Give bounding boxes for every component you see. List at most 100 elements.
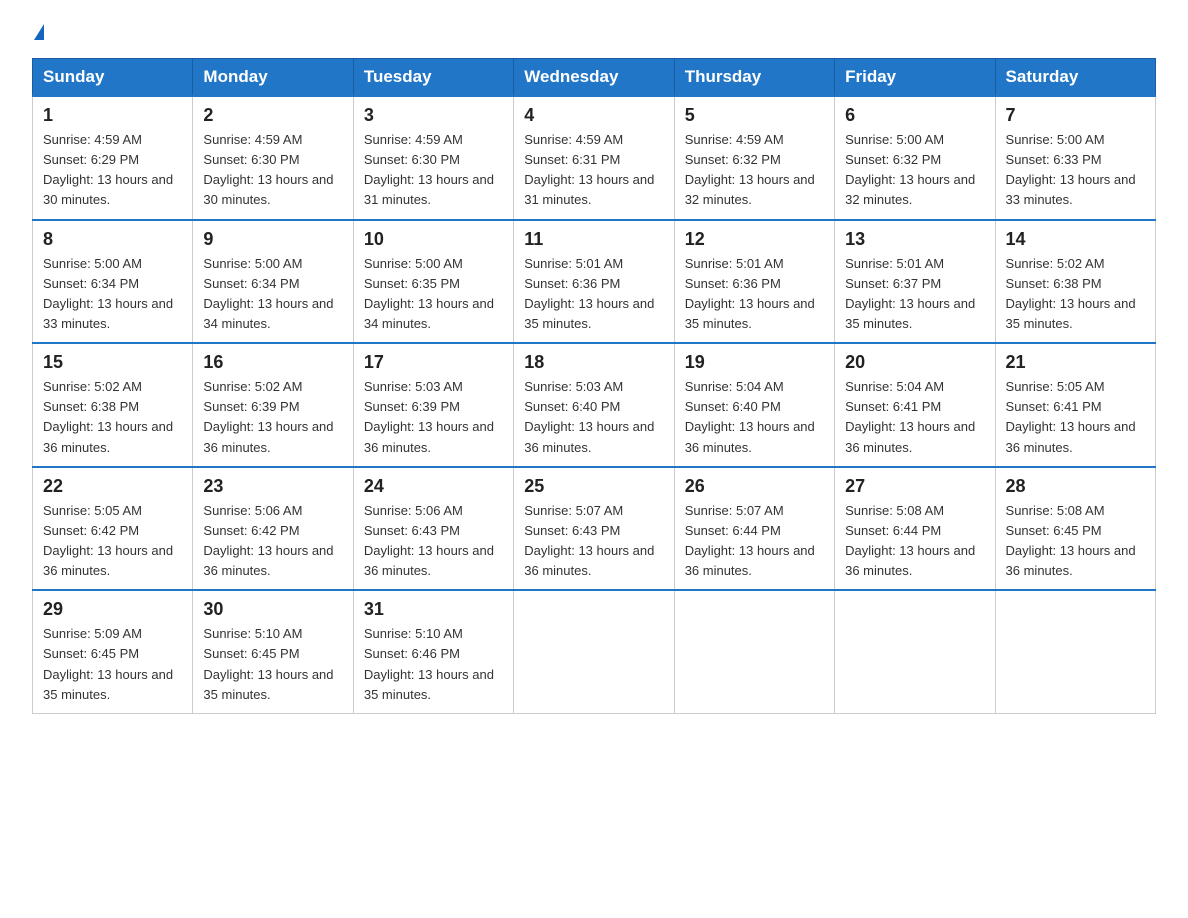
day-info: Sunrise: 5:08 AMSunset: 6:44 PMDaylight:… xyxy=(845,503,975,578)
calendar-header-monday: Monday xyxy=(193,59,353,97)
calendar-cell: 11 Sunrise: 5:01 AMSunset: 6:36 PMDaylig… xyxy=(514,220,674,344)
calendar-cell: 3 Sunrise: 4:59 AMSunset: 6:30 PMDayligh… xyxy=(353,96,513,220)
day-number: 28 xyxy=(1006,476,1145,497)
calendar-week-row: 1 Sunrise: 4:59 AMSunset: 6:29 PMDayligh… xyxy=(33,96,1156,220)
day-info: Sunrise: 4:59 AMSunset: 6:30 PMDaylight:… xyxy=(203,132,333,207)
calendar-cell: 22 Sunrise: 5:05 AMSunset: 6:42 PMDaylig… xyxy=(33,467,193,591)
day-info: Sunrise: 5:07 AMSunset: 6:44 PMDaylight:… xyxy=(685,503,815,578)
day-number: 11 xyxy=(524,229,663,250)
day-info: Sunrise: 5:05 AMSunset: 6:41 PMDaylight:… xyxy=(1006,379,1136,454)
day-number: 1 xyxy=(43,105,182,126)
calendar-cell: 31 Sunrise: 5:10 AMSunset: 6:46 PMDaylig… xyxy=(353,590,513,713)
calendar-cell: 27 Sunrise: 5:08 AMSunset: 6:44 PMDaylig… xyxy=(835,467,995,591)
calendar-week-row: 29 Sunrise: 5:09 AMSunset: 6:45 PMDaylig… xyxy=(33,590,1156,713)
day-info: Sunrise: 5:02 AMSunset: 6:38 PMDaylight:… xyxy=(43,379,173,454)
day-number: 5 xyxy=(685,105,824,126)
day-number: 25 xyxy=(524,476,663,497)
day-number: 18 xyxy=(524,352,663,373)
calendar-cell: 6 Sunrise: 5:00 AMSunset: 6:32 PMDayligh… xyxy=(835,96,995,220)
calendar-cell: 9 Sunrise: 5:00 AMSunset: 6:34 PMDayligh… xyxy=(193,220,353,344)
day-info: Sunrise: 5:06 AMSunset: 6:42 PMDaylight:… xyxy=(203,503,333,578)
day-info: Sunrise: 5:02 AMSunset: 6:38 PMDaylight:… xyxy=(1006,256,1136,331)
day-info: Sunrise: 5:03 AMSunset: 6:39 PMDaylight:… xyxy=(364,379,494,454)
day-info: Sunrise: 5:05 AMSunset: 6:42 PMDaylight:… xyxy=(43,503,173,578)
day-number: 14 xyxy=(1006,229,1145,250)
calendar-header-saturday: Saturday xyxy=(995,59,1155,97)
day-info: Sunrise: 5:04 AMSunset: 6:40 PMDaylight:… xyxy=(685,379,815,454)
calendar-cell: 13 Sunrise: 5:01 AMSunset: 6:37 PMDaylig… xyxy=(835,220,995,344)
calendar-cell: 2 Sunrise: 4:59 AMSunset: 6:30 PMDayligh… xyxy=(193,96,353,220)
day-number: 30 xyxy=(203,599,342,620)
calendar-cell: 1 Sunrise: 4:59 AMSunset: 6:29 PMDayligh… xyxy=(33,96,193,220)
day-number: 8 xyxy=(43,229,182,250)
day-number: 12 xyxy=(685,229,824,250)
day-info: Sunrise: 5:03 AMSunset: 6:40 PMDaylight:… xyxy=(524,379,654,454)
day-number: 2 xyxy=(203,105,342,126)
day-info: Sunrise: 5:01 AMSunset: 6:36 PMDaylight:… xyxy=(524,256,654,331)
day-info: Sunrise: 5:00 AMSunset: 6:35 PMDaylight:… xyxy=(364,256,494,331)
calendar-cell: 23 Sunrise: 5:06 AMSunset: 6:42 PMDaylig… xyxy=(193,467,353,591)
logo xyxy=(32,24,44,40)
calendar-cell: 26 Sunrise: 5:07 AMSunset: 6:44 PMDaylig… xyxy=(674,467,834,591)
calendar-cell: 21 Sunrise: 5:05 AMSunset: 6:41 PMDaylig… xyxy=(995,343,1155,467)
calendar-cell: 25 Sunrise: 5:07 AMSunset: 6:43 PMDaylig… xyxy=(514,467,674,591)
calendar-cell xyxy=(514,590,674,713)
calendar-header-thursday: Thursday xyxy=(674,59,834,97)
calendar-header-friday: Friday xyxy=(835,59,995,97)
day-info: Sunrise: 5:01 AMSunset: 6:37 PMDaylight:… xyxy=(845,256,975,331)
calendar-header-sunday: Sunday xyxy=(33,59,193,97)
calendar-cell xyxy=(995,590,1155,713)
calendar-week-row: 8 Sunrise: 5:00 AMSunset: 6:34 PMDayligh… xyxy=(33,220,1156,344)
day-info: Sunrise: 5:08 AMSunset: 6:45 PMDaylight:… xyxy=(1006,503,1136,578)
calendar-week-row: 15 Sunrise: 5:02 AMSunset: 6:38 PMDaylig… xyxy=(33,343,1156,467)
day-info: Sunrise: 5:00 AMSunset: 6:32 PMDaylight:… xyxy=(845,132,975,207)
day-number: 17 xyxy=(364,352,503,373)
calendar-cell: 7 Sunrise: 5:00 AMSunset: 6:33 PMDayligh… xyxy=(995,96,1155,220)
calendar-cell: 4 Sunrise: 4:59 AMSunset: 6:31 PMDayligh… xyxy=(514,96,674,220)
calendar-header-row: SundayMondayTuesdayWednesdayThursdayFrid… xyxy=(33,59,1156,97)
day-info: Sunrise: 4:59 AMSunset: 6:31 PMDaylight:… xyxy=(524,132,654,207)
logo-triangle-icon xyxy=(34,24,44,40)
day-number: 24 xyxy=(364,476,503,497)
day-number: 19 xyxy=(685,352,824,373)
day-number: 20 xyxy=(845,352,984,373)
day-info: Sunrise: 4:59 AMSunset: 6:32 PMDaylight:… xyxy=(685,132,815,207)
day-info: Sunrise: 5:01 AMSunset: 6:36 PMDaylight:… xyxy=(685,256,815,331)
calendar-cell xyxy=(674,590,834,713)
day-info: Sunrise: 5:10 AMSunset: 6:45 PMDaylight:… xyxy=(203,626,333,701)
day-number: 7 xyxy=(1006,105,1145,126)
day-info: Sunrise: 4:59 AMSunset: 6:29 PMDaylight:… xyxy=(43,132,173,207)
calendar-header-tuesday: Tuesday xyxy=(353,59,513,97)
calendar-cell: 16 Sunrise: 5:02 AMSunset: 6:39 PMDaylig… xyxy=(193,343,353,467)
day-number: 15 xyxy=(43,352,182,373)
calendar-cell: 28 Sunrise: 5:08 AMSunset: 6:45 PMDaylig… xyxy=(995,467,1155,591)
calendar-cell: 19 Sunrise: 5:04 AMSunset: 6:40 PMDaylig… xyxy=(674,343,834,467)
calendar-cell: 15 Sunrise: 5:02 AMSunset: 6:38 PMDaylig… xyxy=(33,343,193,467)
day-number: 21 xyxy=(1006,352,1145,373)
calendar-cell: 8 Sunrise: 5:00 AMSunset: 6:34 PMDayligh… xyxy=(33,220,193,344)
day-info: Sunrise: 4:59 AMSunset: 6:30 PMDaylight:… xyxy=(364,132,494,207)
day-info: Sunrise: 5:06 AMSunset: 6:43 PMDaylight:… xyxy=(364,503,494,578)
day-number: 6 xyxy=(845,105,984,126)
calendar-cell: 18 Sunrise: 5:03 AMSunset: 6:40 PMDaylig… xyxy=(514,343,674,467)
day-number: 13 xyxy=(845,229,984,250)
calendar-cell: 24 Sunrise: 5:06 AMSunset: 6:43 PMDaylig… xyxy=(353,467,513,591)
calendar-cell: 30 Sunrise: 5:10 AMSunset: 6:45 PMDaylig… xyxy=(193,590,353,713)
day-info: Sunrise: 5:00 AMSunset: 6:34 PMDaylight:… xyxy=(203,256,333,331)
day-number: 31 xyxy=(364,599,503,620)
day-number: 26 xyxy=(685,476,824,497)
day-number: 3 xyxy=(364,105,503,126)
day-info: Sunrise: 5:00 AMSunset: 6:34 PMDaylight:… xyxy=(43,256,173,331)
day-info: Sunrise: 5:10 AMSunset: 6:46 PMDaylight:… xyxy=(364,626,494,701)
calendar-header-wednesday: Wednesday xyxy=(514,59,674,97)
day-info: Sunrise: 5:09 AMSunset: 6:45 PMDaylight:… xyxy=(43,626,173,701)
day-number: 16 xyxy=(203,352,342,373)
page-header xyxy=(32,24,1156,40)
calendar-cell: 20 Sunrise: 5:04 AMSunset: 6:41 PMDaylig… xyxy=(835,343,995,467)
day-number: 23 xyxy=(203,476,342,497)
calendar-cell: 10 Sunrise: 5:00 AMSunset: 6:35 PMDaylig… xyxy=(353,220,513,344)
calendar-cell: 5 Sunrise: 4:59 AMSunset: 6:32 PMDayligh… xyxy=(674,96,834,220)
day-number: 29 xyxy=(43,599,182,620)
day-info: Sunrise: 5:04 AMSunset: 6:41 PMDaylight:… xyxy=(845,379,975,454)
calendar-cell: 14 Sunrise: 5:02 AMSunset: 6:38 PMDaylig… xyxy=(995,220,1155,344)
